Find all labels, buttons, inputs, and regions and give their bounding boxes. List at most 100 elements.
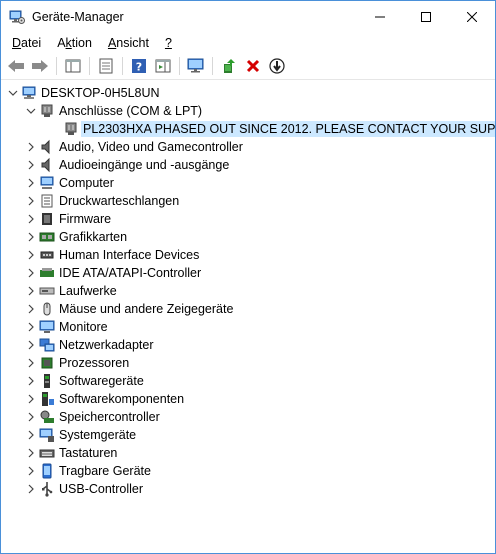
tree-category[interactable]: IDE ATA/ATAPI-Controller: [1, 264, 495, 282]
tree-category[interactable]: Audioeingänge und -ausgänge: [1, 156, 495, 174]
title-bar: Geräte-Manager: [1, 1, 495, 32]
minimize-button[interactable]: [357, 1, 403, 32]
chevron-right-icon[interactable]: [23, 229, 39, 245]
chevron-down-icon[interactable]: [23, 103, 39, 119]
tree-category[interactable]: Laufwerke: [1, 282, 495, 300]
tree-category[interactable]: Monitore: [1, 318, 495, 336]
portable-device-icon: [39, 463, 55, 479]
chevron-right-icon[interactable]: [23, 301, 39, 317]
uninstall-button[interactable]: [242, 55, 264, 77]
menu-help[interactable]: ?: [157, 36, 180, 50]
category-label: IDE ATA/ATAPI-Controller: [59, 266, 202, 280]
tree-category[interactable]: Softwaregeräte: [1, 372, 495, 390]
close-button[interactable]: [449, 1, 495, 32]
tree-category[interactable]: Speichercontroller: [1, 408, 495, 426]
chevron-right-icon[interactable]: [23, 463, 39, 479]
network-adapter-icon: [39, 337, 55, 353]
chevron-right-icon[interactable]: [23, 283, 39, 299]
category-label: Human Interface Devices: [59, 248, 200, 262]
printer-icon: [39, 193, 55, 209]
chevron-right-icon[interactable]: [23, 157, 39, 173]
category-label: Monitore: [59, 320, 108, 334]
chevron-right-icon[interactable]: [23, 139, 39, 155]
tree-category[interactable]: Human Interface Devices: [1, 246, 495, 264]
chevron-right-icon[interactable]: [23, 337, 39, 353]
toolbar-separator: [122, 57, 123, 75]
tree-category[interactable]: Druckwarteschlangen: [1, 192, 495, 210]
update-driver-icon: [224, 59, 235, 73]
close-icon: [467, 11, 477, 22]
back-button[interactable]: [5, 55, 27, 77]
keyboard-icon: [39, 445, 55, 461]
tree-category-ports[interactable]: Anschlüsse (COM & LPT): [1, 102, 495, 120]
forward-arrow-icon: [32, 60, 48, 72]
tree-category[interactable]: Audio, Video und Gamecontroller: [1, 138, 495, 156]
computer-icon: [21, 85, 37, 101]
menu-aktion[interactable]: Aktion: [49, 36, 100, 50]
tree-device-pl2303[interactable]: PL2303HXA PHASED OUT SINCE 2012. PLEASE …: [1, 120, 495, 138]
category-label: Netzwerkadapter: [59, 338, 154, 352]
category-label: Systemgeräte: [59, 428, 137, 442]
ide-controller-icon: [39, 265, 55, 281]
monitor-icon: [39, 319, 55, 335]
chevron-right-icon[interactable]: [23, 319, 39, 335]
chevron-right-icon[interactable]: [23, 409, 39, 425]
chevron-down-icon[interactable]: [5, 85, 21, 101]
tree-category[interactable]: Firmware: [1, 210, 495, 228]
toolbar-separator: [89, 57, 90, 75]
category-label: Audioeingänge und -ausgänge: [59, 158, 230, 172]
action-pane-button[interactable]: [152, 55, 174, 77]
chevron-right-icon[interactable]: [23, 427, 39, 443]
drive-icon: [39, 283, 55, 299]
properties-button[interactable]: [95, 55, 117, 77]
category-label: Computer: [59, 176, 114, 190]
system-devices-icon: [39, 427, 55, 443]
chevron-right-icon[interactable]: [23, 355, 39, 371]
chevron-right-icon[interactable]: [23, 193, 39, 209]
action-pane-icon: [155, 59, 171, 73]
chevron-right-icon[interactable]: [23, 247, 39, 263]
maximize-icon: [421, 11, 431, 22]
chevron-right-icon[interactable]: [23, 391, 39, 407]
tree-category[interactable]: Systemgeräte: [1, 426, 495, 444]
tree-root[interactable]: DESKTOP-0H5L8UN: [1, 84, 495, 102]
device-label: PL2303HXA PHASED OUT SINCE 2012. PLEASE …: [81, 121, 495, 137]
tree-category[interactable]: Prozessoren: [1, 354, 495, 372]
chevron-right-icon[interactable]: [23, 481, 39, 497]
chevron-right-icon[interactable]: [23, 211, 39, 227]
disable-down-arrow-icon: [269, 58, 285, 74]
tree-category[interactable]: Mäuse und andere Zeigegeräte: [1, 300, 495, 318]
speaker-icon: [39, 139, 55, 155]
computer-name: DESKTOP-0H5L8UN: [41, 86, 160, 100]
category-label: Mäuse und andere Zeigegeräte: [59, 302, 234, 316]
scan-hardware-button[interactable]: [185, 55, 207, 77]
tree-category[interactable]: Computer: [1, 174, 495, 192]
menu-ansicht[interactable]: Ansicht: [100, 36, 157, 50]
tree-category[interactable]: USB-Controller: [1, 480, 495, 498]
menu-datei[interactable]: Datei: [4, 36, 49, 50]
forward-button[interactable]: [29, 55, 51, 77]
toolbar-separator: [212, 57, 213, 75]
chevron-right-icon[interactable]: [23, 265, 39, 281]
help-button[interactable]: ?: [128, 55, 150, 77]
category-label: Prozessoren: [59, 356, 130, 370]
tree-category[interactable]: Tragbare Geräte: [1, 462, 495, 480]
update-driver-button[interactable]: [218, 55, 240, 77]
back-arrow-icon: [8, 60, 24, 72]
category-label: Anschlüsse (COM & LPT): [59, 104, 203, 118]
uninstall-x-icon: [246, 59, 260, 73]
tree-category[interactable]: Netzwerkadapter: [1, 336, 495, 354]
disable-device-button[interactable]: [266, 55, 288, 77]
help-icon: ?: [132, 59, 146, 74]
toolbar-separator: [56, 57, 57, 75]
maximize-button[interactable]: [403, 1, 449, 32]
tree-category[interactable]: Grafikkarten: [1, 228, 495, 246]
chevron-right-icon[interactable]: [23, 445, 39, 461]
chevron-right-icon[interactable]: [23, 373, 39, 389]
chevron-right-icon[interactable]: [23, 175, 39, 191]
storage-controller-icon: [39, 409, 55, 425]
device-tree[interactable]: DESKTOP-0H5L8UN Anschlüsse (COM & LPT) P…: [1, 81, 495, 553]
show-hide-tree-button[interactable]: [62, 55, 84, 77]
tree-category[interactable]: Softwarekomponenten: [1, 390, 495, 408]
tree-category[interactable]: Tastaturen: [1, 444, 495, 462]
